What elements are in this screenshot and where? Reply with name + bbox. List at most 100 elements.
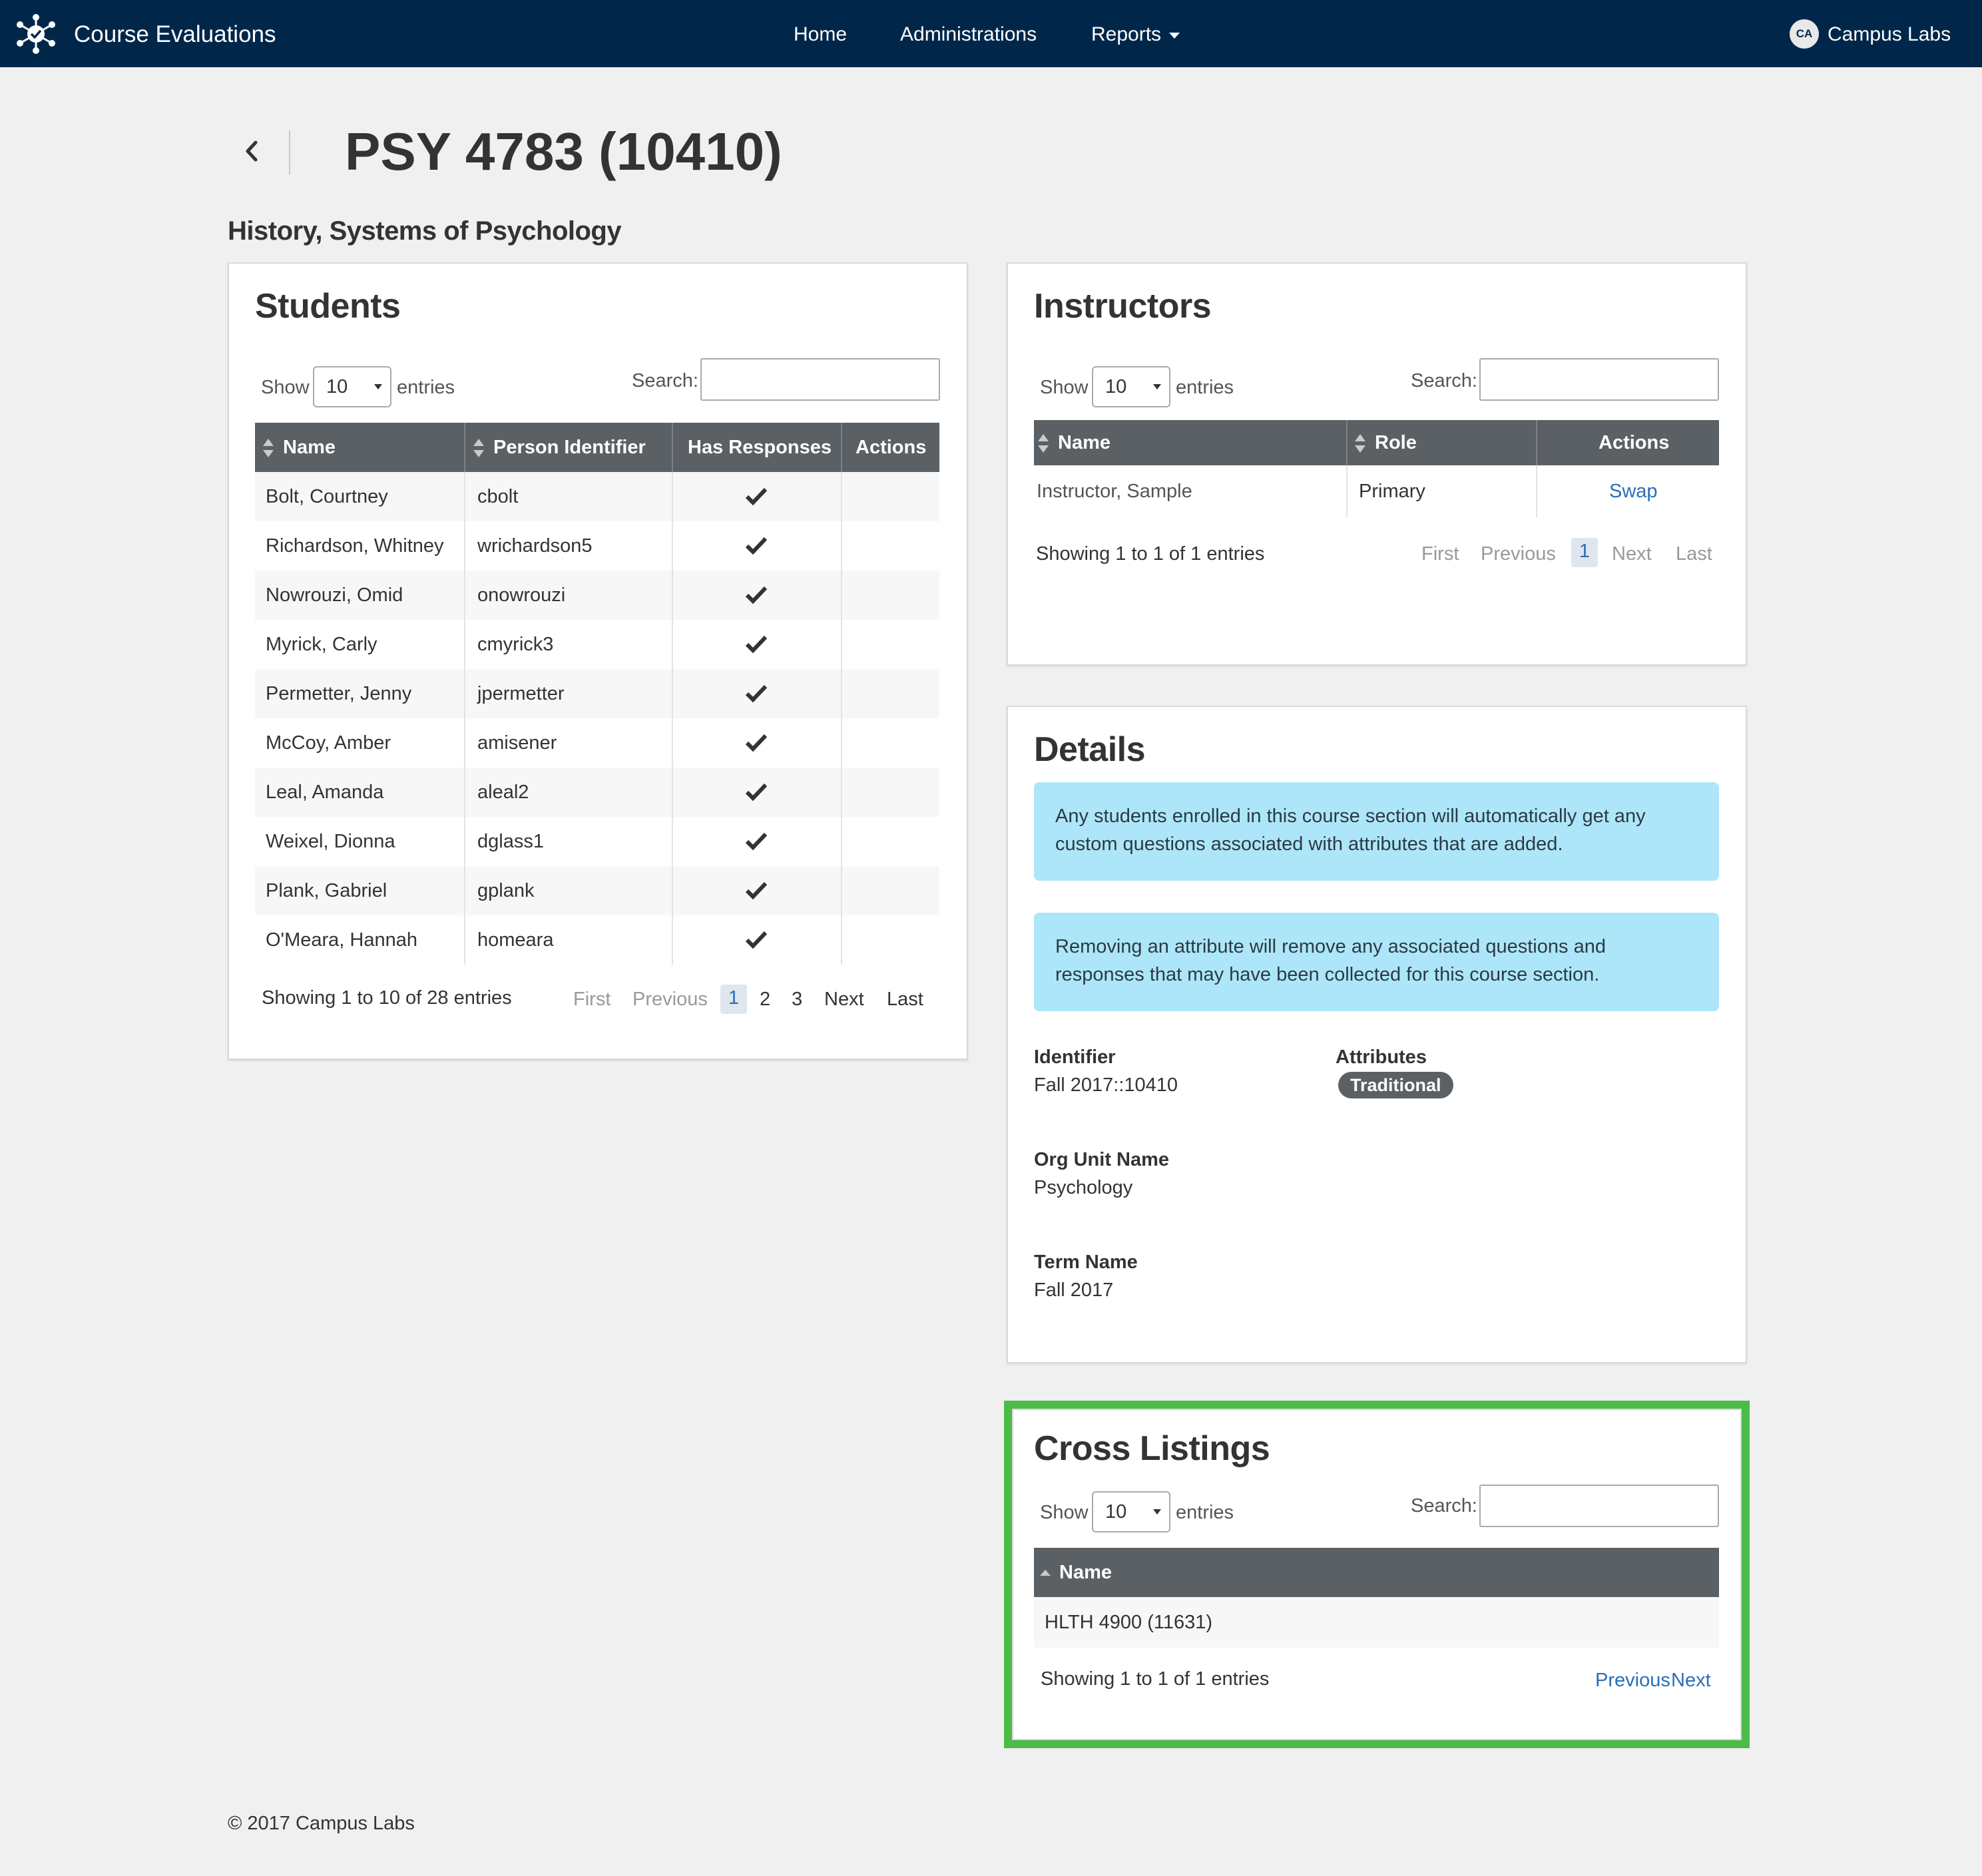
cross-listings-page-size-select[interactable]: 10 bbox=[1092, 1491, 1170, 1532]
chevron-down-icon bbox=[1169, 32, 1180, 39]
user-avatar[interactable]: CA bbox=[1790, 19, 1819, 49]
instructor-name: Instructor, Sample bbox=[1037, 481, 1192, 502]
checkmark-icon bbox=[745, 586, 768, 604]
student-name: Leal, Amanda bbox=[266, 782, 384, 803]
students-pager-first[interactable]: First bbox=[573, 986, 611, 1013]
cross-listings-pager-next[interactable]: Next bbox=[1671, 1667, 1711, 1694]
student-name: Nowrouzi, Omid bbox=[266, 585, 403, 606]
app-logo-icon[interactable] bbox=[13, 13, 59, 55]
swap-instructor-link[interactable]: Swap bbox=[1609, 465, 1658, 517]
term-name-label: Term Name bbox=[1034, 1252, 1138, 1273]
checkmark-icon bbox=[745, 881, 768, 899]
student-person-identifier: amisener bbox=[477, 732, 557, 754]
instructors-page-size-select[interactable]: 10 bbox=[1092, 366, 1170, 407]
students-search-input[interactable] bbox=[700, 358, 940, 401]
student-name: Permetter, Jenny bbox=[266, 683, 412, 704]
student-name: Bolt, Courtney bbox=[266, 486, 388, 507]
students-col-has-responses[interactable]: Has Responses bbox=[688, 423, 832, 472]
student-name: O'Meara, Hannah bbox=[266, 929, 417, 951]
instructor-role: Primary bbox=[1359, 481, 1425, 502]
sort-icon bbox=[1038, 434, 1049, 453]
cross-listings-show-label: Show bbox=[1040, 1502, 1089, 1523]
student-name: Myrick, Carly bbox=[266, 634, 377, 655]
identifier-label: Identifier bbox=[1034, 1047, 1116, 1068]
students-title: Students bbox=[255, 287, 401, 326]
user-menu-name[interactable]: Campus Labs bbox=[1828, 20, 1951, 49]
students-pager-page-2[interactable]: 2 bbox=[760, 986, 770, 1013]
cross-listings-title: Cross Listings bbox=[1034, 1429, 1270, 1468]
student-person-identifier: wrichardson5 bbox=[477, 535, 593, 557]
app-brand-name[interactable]: Course Evaluations bbox=[74, 20, 276, 49]
students-show-label: Show bbox=[261, 377, 310, 398]
students-page-size-select[interactable]: 10 bbox=[313, 366, 391, 407]
student-name: McCoy, Amber bbox=[266, 732, 391, 754]
attributes-info-alert: Any students enrolled in this course sec… bbox=[1034, 782, 1719, 881]
instructors-search-input[interactable] bbox=[1479, 358, 1719, 401]
students-pager-previous[interactable]: Previous bbox=[632, 986, 708, 1013]
instructors-show-label: Show bbox=[1040, 377, 1089, 398]
checkmark-icon bbox=[745, 931, 768, 949]
students-pager-last[interactable]: Last bbox=[887, 986, 923, 1013]
sort-icon bbox=[473, 439, 484, 458]
nav-reports-label: Reports bbox=[1091, 23, 1162, 45]
instructors-pager-last[interactable]: Last bbox=[1676, 541, 1712, 567]
table-row: Plank, Gabriel gplank bbox=[255, 866, 939, 915]
org-unit-label: Org Unit Name bbox=[1034, 1149, 1170, 1170]
dropdown-arrow-icon bbox=[374, 384, 382, 389]
checkmark-icon bbox=[745, 537, 768, 555]
students-search-label: Search: bbox=[632, 370, 698, 391]
instructors-page-size-value: 10 bbox=[1105, 376, 1127, 397]
cross-listings-page-size-value: 10 bbox=[1105, 1501, 1127, 1523]
cross-listings-col-name[interactable]: Name bbox=[1039, 1548, 1112, 1597]
student-name: Richardson, Whitney bbox=[266, 535, 444, 557]
checkmark-icon bbox=[745, 734, 768, 752]
sort-icon bbox=[1355, 434, 1365, 453]
nav-reports-dropdown[interactable]: Reports bbox=[1091, 20, 1180, 49]
cross-listings-search-input[interactable] bbox=[1479, 1485, 1719, 1527]
cross-listings-pager-previous[interactable]: Previous bbox=[1595, 1667, 1670, 1694]
student-person-identifier: cbolt bbox=[477, 486, 519, 507]
instructors-col-name[interactable]: Name bbox=[1037, 420, 1111, 465]
student-name: Weixel, Dionna bbox=[266, 831, 395, 852]
table-row: Weixel, Dionna dglass1 bbox=[255, 817, 939, 866]
students-col-name[interactable]: Name bbox=[262, 423, 336, 472]
cross-listings-search-label: Search: bbox=[1411, 1495, 1477, 1517]
instructors-pager-next[interactable]: Next bbox=[1612, 541, 1652, 567]
table-row: O'Meara, Hannah homeara bbox=[255, 915, 939, 965]
dropdown-arrow-icon bbox=[1153, 1509, 1161, 1515]
instructors-title: Instructors bbox=[1034, 287, 1212, 326]
instructors-pager-previous[interactable]: Previous bbox=[1481, 541, 1556, 567]
nav-administrations-link[interactable]: Administrations bbox=[900, 20, 1037, 49]
attributes-warning-alert: Removing an attribute will remove any as… bbox=[1034, 913, 1719, 1011]
table-row: Myrick, Carly cmyrick3 bbox=[255, 620, 939, 669]
student-person-identifier: dglass1 bbox=[477, 831, 544, 852]
instructors-pager-first[interactable]: First bbox=[1421, 541, 1459, 567]
attribute-tag-traditional: Traditional bbox=[1338, 1072, 1453, 1098]
top-navbar: Course Evaluations Home Administrations … bbox=[0, 0, 1982, 67]
footer-copyright: © 2017 Campus Labs bbox=[228, 1813, 415, 1834]
instructors-pager-page-1[interactable]: 1 bbox=[1571, 538, 1598, 567]
student-person-identifier: onowrouzi bbox=[477, 585, 566, 606]
instructors-search-label: Search: bbox=[1411, 370, 1477, 391]
cross-listings-table-header: Name bbox=[1034, 1548, 1719, 1597]
instructors-table-header: Name Role Actions bbox=[1034, 420, 1719, 465]
back-arrow-icon[interactable] bbox=[238, 134, 265, 168]
checkmark-icon bbox=[745, 783, 768, 801]
instructors-table-info: Showing 1 to 1 of 1 entries bbox=[1036, 543, 1265, 565]
page-title: PSY 4783 (10410) bbox=[345, 122, 782, 181]
cross-listings-entries-label: entries bbox=[1176, 1502, 1234, 1523]
student-person-identifier: homeara bbox=[477, 929, 554, 951]
cross-listings-table-info: Showing 1 to 1 of 1 entries bbox=[1041, 1668, 1270, 1690]
students-pager-page-1[interactable]: 1 bbox=[720, 985, 747, 1014]
nav-home-link[interactable]: Home bbox=[794, 20, 847, 49]
students-page-size-value: 10 bbox=[326, 376, 348, 397]
students-col-person-identifier[interactable]: Person Identifier bbox=[472, 423, 646, 472]
student-name: Plank, Gabriel bbox=[266, 880, 387, 901]
checkmark-icon bbox=[745, 487, 768, 505]
instructors-col-role[interactable]: Role bbox=[1354, 420, 1417, 465]
checkmark-icon bbox=[745, 635, 768, 653]
students-pager-page-3[interactable]: 3 bbox=[792, 986, 802, 1013]
dropdown-arrow-icon bbox=[1153, 384, 1161, 389]
table-row: HLTH 4900 (11631) bbox=[1034, 1597, 1719, 1648]
students-pager-next[interactable]: Next bbox=[824, 986, 864, 1013]
